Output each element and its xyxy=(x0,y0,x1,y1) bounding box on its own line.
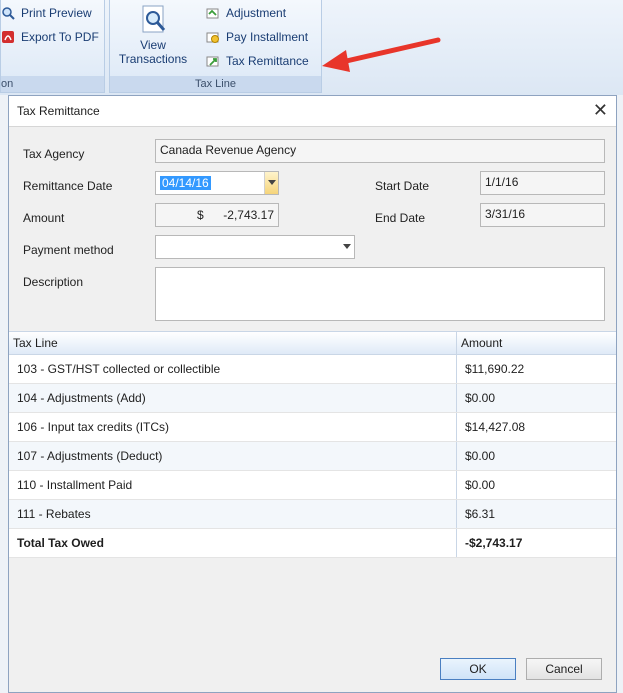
export-pdf-label: Export To PDF xyxy=(21,30,99,44)
ribbon-group-output: Print Preview Export To PDF on xyxy=(0,0,105,93)
cell-amount: $0.00 xyxy=(465,449,496,463)
end-date-value: 3/31/16 xyxy=(485,207,526,221)
description-textarea[interactable] xyxy=(155,267,605,321)
background-right-edge xyxy=(616,95,623,693)
cell-tax-line: 106 - Input tax credits (ITCs) xyxy=(9,413,457,441)
cell-tax-line: 103 - GST/HST collected or collectible xyxy=(9,355,457,383)
start-date-value: 1/1/16 xyxy=(485,175,519,189)
cell-tax-line: 104 - Adjustments (Add) xyxy=(9,384,457,412)
cell-amount: $0.00 xyxy=(465,391,496,405)
chevron-down-icon[interactable] xyxy=(340,236,354,258)
column-header-amount[interactable]: Amount xyxy=(457,332,616,354)
cancel-button[interactable]: Cancel xyxy=(526,658,602,680)
total-label: Total Tax Owed xyxy=(9,529,457,557)
pay-installment-icon xyxy=(206,32,219,43)
dialog-titlebar: Tax Remittance ✕ xyxy=(9,96,616,127)
dialog-title: Tax Remittance xyxy=(17,104,100,118)
remittance-date-picker[interactable]: 04/14/16 xyxy=(155,171,279,195)
end-date-label: End Date xyxy=(375,211,426,225)
cell-tax-line: 111 - Rebates xyxy=(9,500,457,528)
adjustment-button[interactable]: Adjustment xyxy=(206,6,286,20)
adjustment-label: Adjustment xyxy=(226,6,287,20)
print-preview-button[interactable]: Print Preview xyxy=(1,6,92,20)
pdf-icon xyxy=(2,31,14,43)
tax-agency-label: Tax Agency xyxy=(23,147,85,161)
end-date-field[interactable]: 3/31/16 xyxy=(480,203,605,227)
group-caption-tax-line: Tax Line xyxy=(110,76,321,92)
ribbon-group-tax-line: View Transactions Adjustment Pay Install… xyxy=(109,0,322,93)
print-preview-label: Print Preview xyxy=(21,6,92,20)
export-pdf-button[interactable]: Export To PDF xyxy=(1,30,99,44)
view-transactions-button[interactable]: View Transactions xyxy=(116,4,190,66)
table-row[interactable]: 111 - Rebates $6.31 xyxy=(9,500,616,529)
start-date-label: Start Date xyxy=(375,179,430,193)
view-transactions-label-2: Transactions xyxy=(118,52,188,66)
total-amount: -$2,743.17 xyxy=(465,536,523,550)
remittance-date-label: Remittance Date xyxy=(23,179,113,193)
tax-remittance-button[interactable]: Tax Remittance xyxy=(206,54,309,68)
tax-remittance-icon xyxy=(206,56,219,67)
cell-amount: $0.00 xyxy=(465,478,496,492)
remittance-date-value[interactable]: 04/14/16 xyxy=(160,176,211,190)
cell-amount: $11,690.22 xyxy=(465,362,525,376)
total-row[interactable]: Total Tax Owed -$2,743.17 xyxy=(9,529,616,558)
cell-amount: $14,427.08 xyxy=(465,420,526,434)
close-icon[interactable]: ✕ xyxy=(593,101,608,119)
cell-amount: $6.31 xyxy=(465,507,496,521)
pay-installment-button[interactable]: Pay Installment xyxy=(206,30,308,44)
tax-remittance-dialog: Tax Remittance ✕ Tax Agency Canada Reven… xyxy=(8,95,617,693)
tax-remittance-label: Tax Remittance xyxy=(226,54,309,68)
pay-installment-label: Pay Installment xyxy=(226,30,309,44)
ribbon: Print Preview Export To PDF on View Tran… xyxy=(0,0,623,95)
start-date-field[interactable]: 1/1/16 xyxy=(480,171,605,195)
adjustment-icon xyxy=(206,8,219,19)
table-row[interactable]: 104 - Adjustments (Add) $0.00 xyxy=(9,384,616,413)
cell-tax-line: 110 - Installment Paid xyxy=(9,471,457,499)
tax-agency-field[interactable]: Canada Revenue Agency xyxy=(155,139,605,163)
red-arrow-annotation xyxy=(322,37,441,72)
view-transactions-icon xyxy=(142,5,166,33)
cell-tax-line: 107 - Adjustments (Deduct) xyxy=(9,442,457,470)
tax-agency-value: Canada Revenue Agency xyxy=(160,143,297,157)
grid-header: Tax Line Amount xyxy=(9,332,616,355)
tax-line-grid: Tax Line Amount 103 - GST/HST collected … xyxy=(9,331,616,558)
table-row[interactable]: 106 - Input tax credits (ITCs) $14,427.0… xyxy=(9,413,616,442)
chevron-down-icon[interactable] xyxy=(264,172,278,194)
column-header-tax-line[interactable]: Tax Line xyxy=(9,332,457,354)
group-caption-left: on xyxy=(1,76,104,92)
table-row[interactable]: 110 - Installment Paid $0.00 xyxy=(9,471,616,500)
ok-button[interactable]: OK xyxy=(440,658,516,680)
amount-field[interactable]: $ -2,743.17 xyxy=(155,203,279,227)
amount-currency: $ xyxy=(197,208,204,222)
payment-method-label: Payment method xyxy=(23,243,114,257)
amount-label: Amount xyxy=(23,211,65,225)
magnifier-icon xyxy=(2,7,15,20)
view-transactions-label-1: View xyxy=(140,38,166,52)
table-row[interactable]: 103 - GST/HST collected or collectible $… xyxy=(9,355,616,384)
amount-value: -2,743.17 xyxy=(223,208,274,222)
payment-method-select[interactable] xyxy=(155,235,355,259)
table-row[interactable]: 107 - Adjustments (Deduct) $0.00 xyxy=(9,442,616,471)
description-label: Description xyxy=(23,275,84,289)
